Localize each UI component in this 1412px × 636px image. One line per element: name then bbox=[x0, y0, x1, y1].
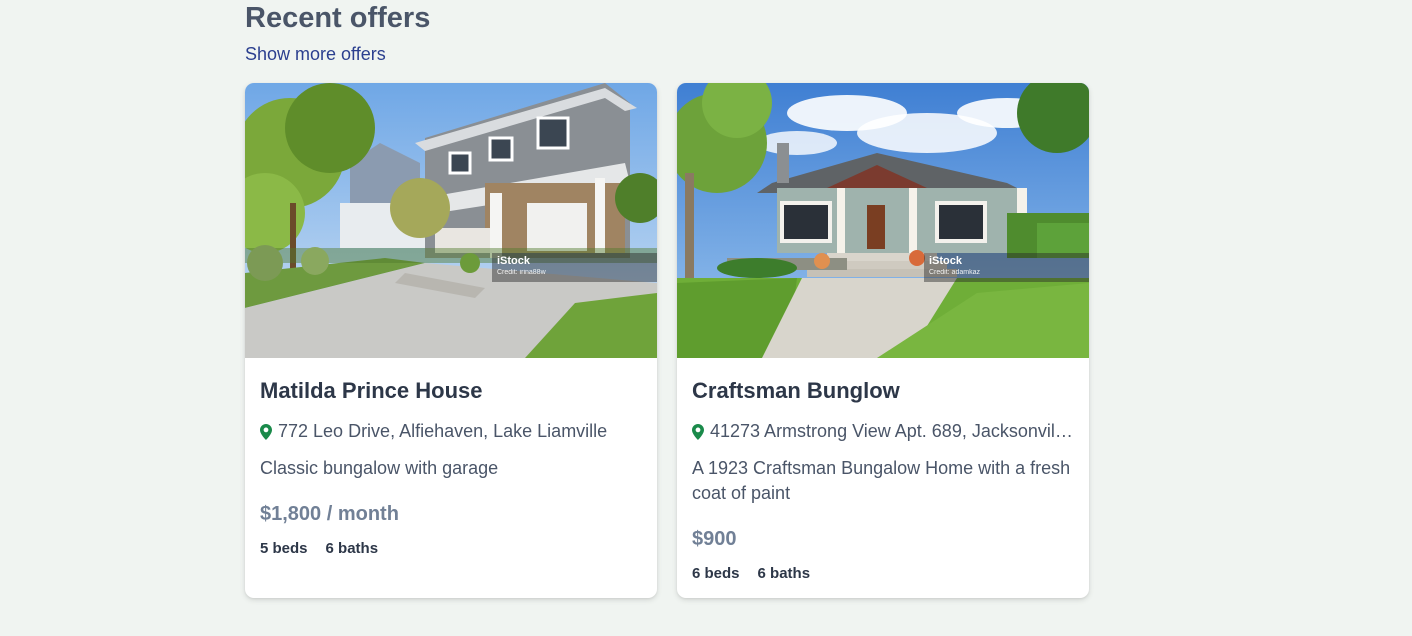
address-text: 41273 Armstrong View Apt. 689, Jacksonvi… bbox=[710, 421, 1074, 441]
section-title: Recent offers bbox=[245, 2, 431, 34]
watermark-brand: iStock bbox=[497, 255, 531, 267]
beds-count: 5 beds bbox=[260, 540, 308, 557]
listing-address: 41273 Armstrong View Apt. 689, Jacksonvi… bbox=[692, 421, 1074, 442]
listing-title[interactable]: Craftsman Bunglow bbox=[692, 378, 900, 404]
baths-count: 6 baths bbox=[325, 540, 379, 557]
listing-photo[interactable]: iStock Credit: adamkaz bbox=[677, 83, 1089, 358]
listing-price: $900 bbox=[692, 528, 737, 550]
location-pin-icon bbox=[260, 423, 272, 440]
house-photo-illustration bbox=[245, 83, 657, 358]
watermark-credit: Credit: adamkaz bbox=[929, 269, 980, 276]
listing-price: $1,800 / month bbox=[260, 503, 399, 525]
address-text: 772 Leo Drive, Alfiehaven, Lake Liamvill… bbox=[278, 421, 608, 441]
listing-title[interactable]: Matilda Prince House bbox=[260, 378, 483, 404]
baths-count: 6 baths bbox=[757, 565, 811, 582]
listing-specs: 5 beds 6 baths bbox=[260, 540, 378, 557]
beds-count: 6 beds bbox=[692, 565, 740, 582]
listing-card[interactable]: iStock Credit: irina88w Matilda Prince H… bbox=[245, 83, 657, 598]
location-pin-icon bbox=[692, 423, 704, 440]
listing-address: 772 Leo Drive, Alfiehaven, Lake Liamvill… bbox=[260, 421, 642, 442]
house-photo-illustration bbox=[677, 83, 1089, 358]
listing-description: A 1923 Craftsman Bungalow Home with a fr… bbox=[692, 458, 1071, 503]
photo-watermark: iStock Credit: adamkaz bbox=[924, 253, 1089, 282]
show-more-offers-link[interactable]: Show more offers bbox=[245, 44, 386, 65]
listing-card[interactable]: iStock Credit: adamkaz Craftsman Bunglow… bbox=[677, 83, 1089, 598]
listing-specs: 6 beds 6 baths bbox=[692, 565, 810, 582]
listing-photo[interactable]: iStock Credit: irina88w bbox=[245, 83, 657, 358]
listing-description: Classic bungalow with garage bbox=[260, 458, 499, 478]
watermark-credit: Credit: irina88w bbox=[497, 269, 546, 276]
watermark-brand: iStock bbox=[929, 255, 963, 267]
photo-watermark: iStock Credit: irina88w bbox=[492, 253, 657, 282]
